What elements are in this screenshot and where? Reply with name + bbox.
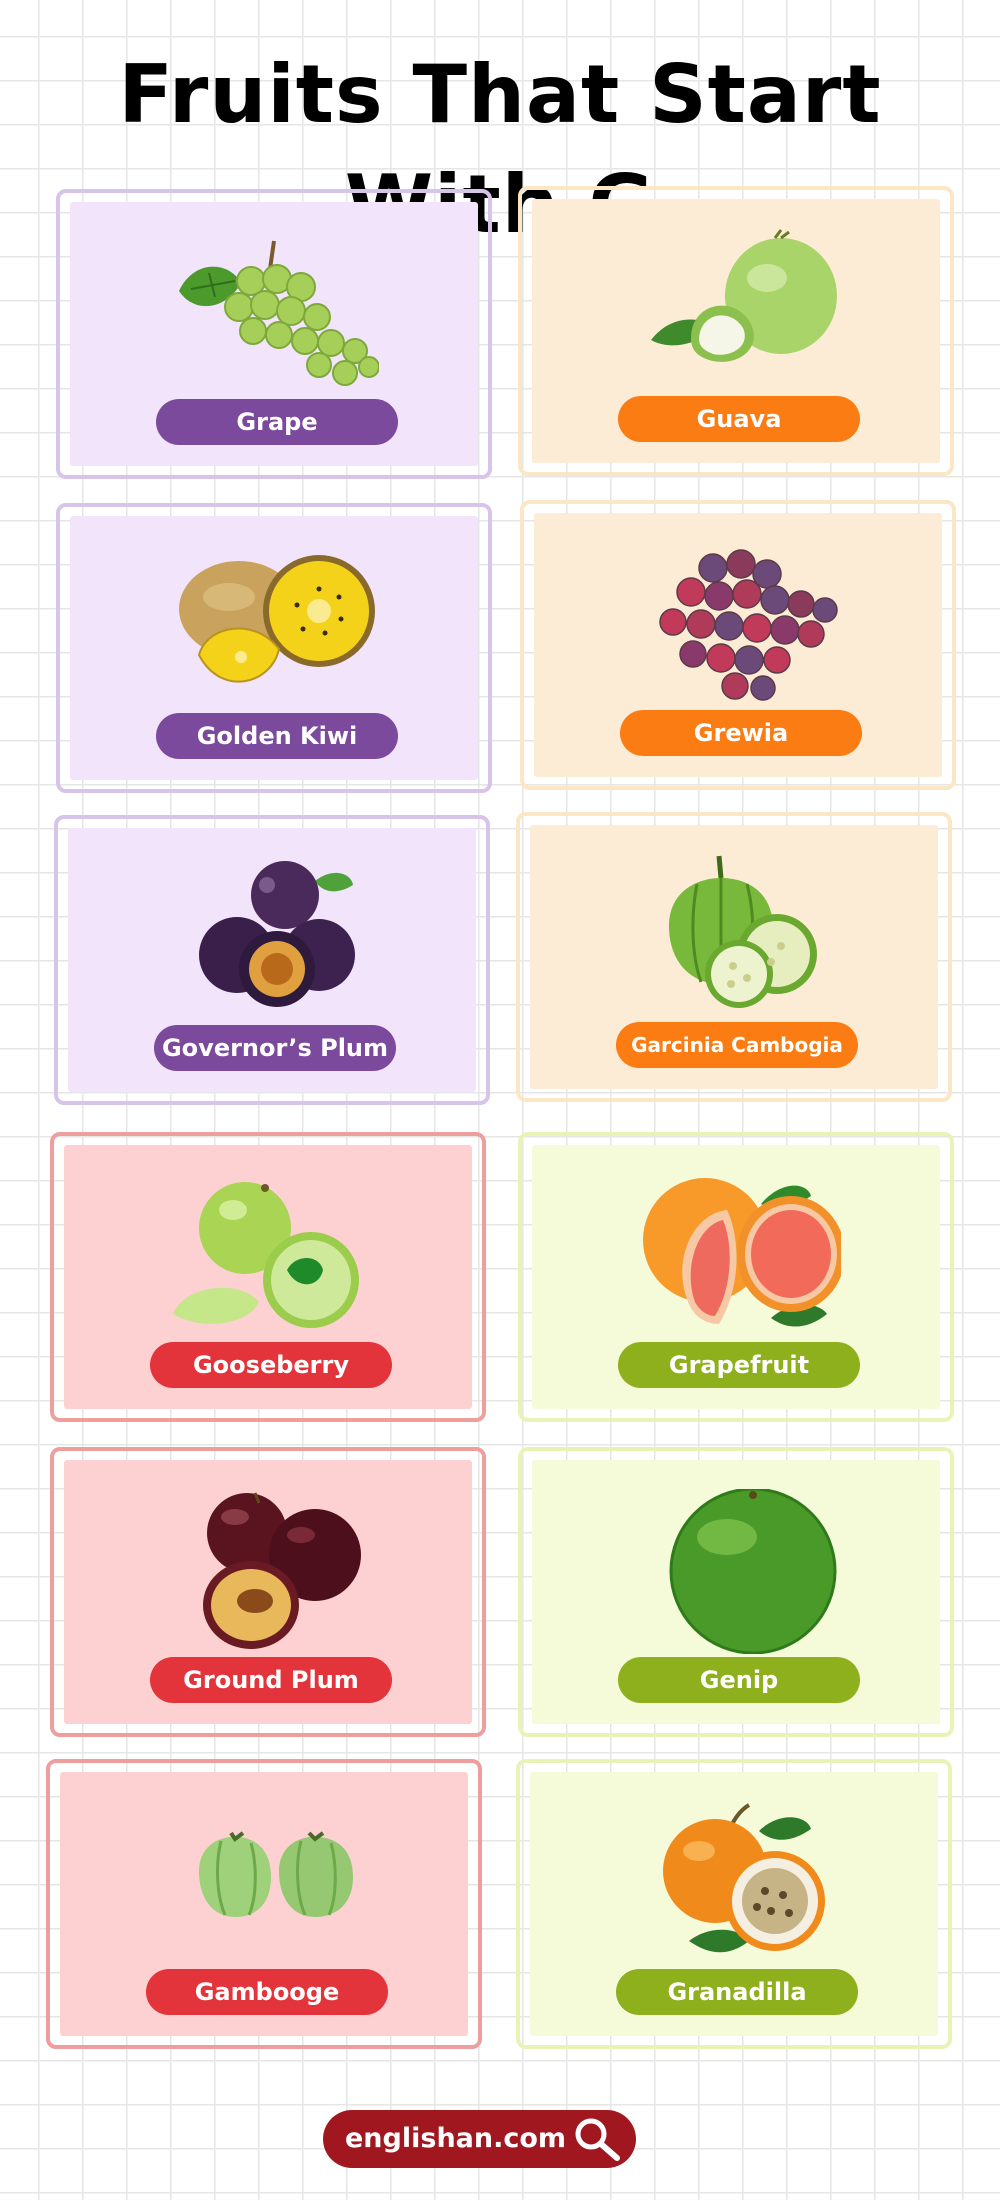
fruit-label: Golden Kiwi (156, 713, 398, 759)
fruit-label: Gooseberry (150, 1342, 392, 1388)
governors-plum-icon (199, 861, 355, 1007)
golden-kiwi-icon (179, 555, 375, 683)
fruit-label: Granadilla (616, 1969, 858, 2015)
fruit-label: Ground Plum (150, 1657, 392, 1703)
fruit-label: Guava (618, 396, 860, 442)
search-icon (575, 2118, 620, 2161)
guava-icon (651, 229, 837, 362)
grewia-icon (659, 549, 838, 701)
fruit-card-ground-plum: Ground Plum (50, 1447, 486, 1737)
fruit-card-genip: Genip (518, 1447, 954, 1737)
fruit-label: Grape (156, 399, 398, 445)
fruit-label: Grewia (620, 710, 862, 756)
footer-site-text[interactable]: englishan.com (345, 2110, 566, 2168)
fruit-card-granadilla: Granadilla (516, 1759, 952, 2049)
garcinia-cambogia-icon (669, 855, 817, 1008)
fruit-card-garcinia-cambogia: Garcinia Cambogia (516, 812, 952, 1102)
granadilla-icon (663, 1803, 825, 1953)
fruit-card-gooseberry: Gooseberry (50, 1132, 486, 1422)
fruit-card-grapefruit: Grapefruit (518, 1132, 954, 1422)
fruit-card-governors-plum: Governor’s Plum (54, 815, 490, 1105)
fruit-label: Genip (618, 1657, 860, 1703)
fruit-card-guava: Guava (518, 186, 954, 476)
fruit-label: Garcinia Cambogia (616, 1022, 858, 1068)
genip-icon (669, 1489, 837, 1654)
fruit-card-golden-kiwi: Golden Kiwi (56, 503, 492, 793)
fruit-card-grape: Grape (56, 189, 492, 479)
fruit-card-gambooge: Gambooge (46, 1759, 482, 2049)
fruit-card-grewia: Grewia (520, 500, 956, 790)
grape-icon (179, 240, 379, 386)
footer-site-badge[interactable]: englishan.com (323, 2110, 636, 2168)
fruit-label: Governor’s Plum (154, 1025, 396, 1071)
fruit-label: Gambooge (146, 1969, 388, 2015)
grapefruit-icon (643, 1178, 841, 1327)
fruit-label: Grapefruit (618, 1342, 860, 1388)
gooseberry-icon (173, 1182, 359, 1328)
ground-plum-icon (203, 1492, 361, 1649)
gambooge-icon (199, 1831, 353, 1917)
